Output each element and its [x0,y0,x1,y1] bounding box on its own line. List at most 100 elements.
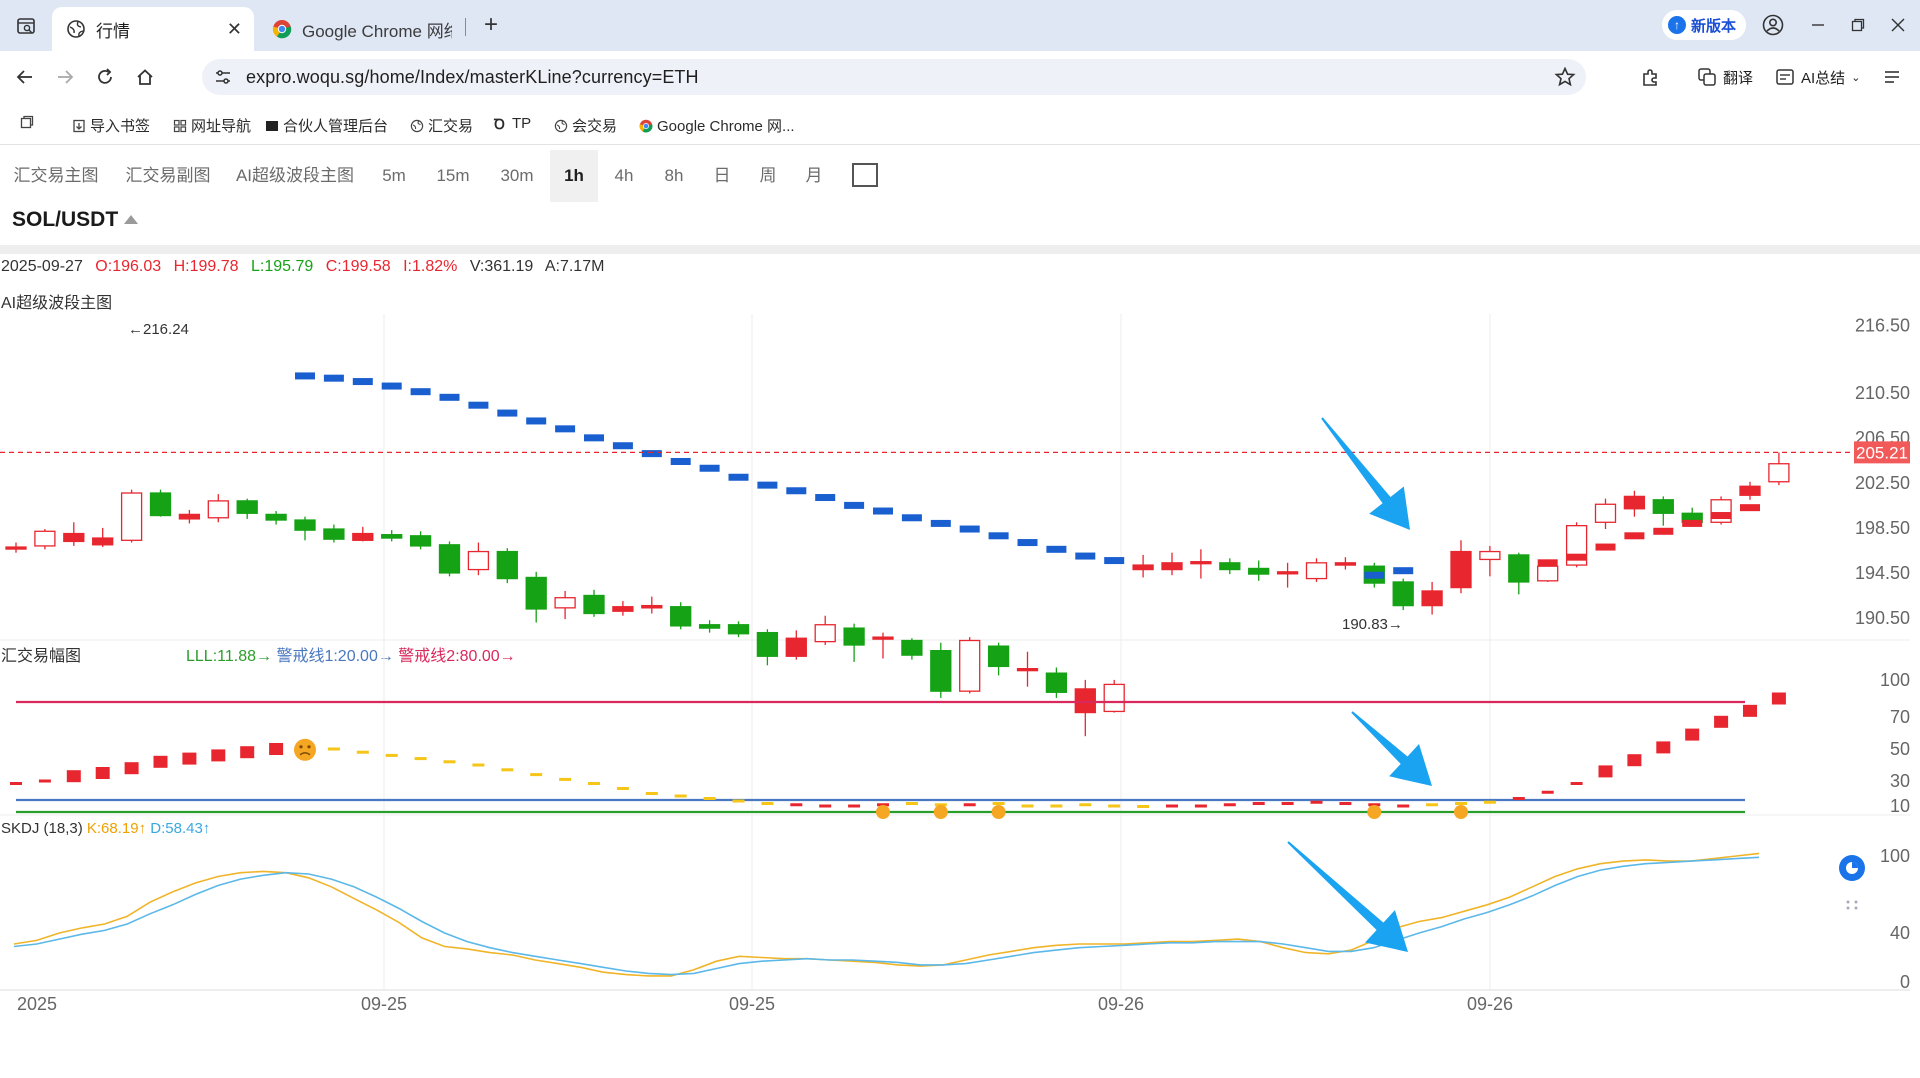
bookmark-huijiaoyi-2[interactable]: 会交易 [554,115,617,136]
red-step [1711,512,1732,520]
back-arrow-icon[interactable] [9,61,41,93]
forward-arrow-icon[interactable] [49,61,81,93]
bookmark-tp[interactable]: Ꝺ TP [494,115,531,132]
translate-button[interactable]: 翻译 [1697,61,1753,93]
sub-legend: LLL:11.88→ 警戒线1:20.00→ 警戒线2:80.00→ [186,642,516,666]
candle-body [1074,688,1096,714]
sad-face-icon [876,805,890,819]
sub-bar [934,803,947,807]
bookmark-label: 汇交易 [428,118,474,135]
y-tick-label: 70 [1890,707,1910,727]
fullscreen-toggle[interactable] [852,163,878,187]
tab-month[interactable]: 月 [796,150,832,202]
red-step [1566,553,1587,561]
ohlc-close: C:199.58 [325,258,391,275]
new-version-button[interactable]: ↑ 新版本 [1662,10,1747,40]
sub-bar [1310,800,1323,804]
candle-body [1710,499,1732,523]
close-window-icon[interactable] [1883,10,1913,40]
tab-1h[interactable]: 1h [550,150,598,202]
tab-day[interactable]: 日 [704,150,740,202]
red-step [1537,559,1558,567]
sub-bar [1339,802,1352,805]
sub-bar [963,803,976,807]
band-step [1046,545,1067,553]
tab-main-chart[interactable]: 汇交易主图 [0,150,112,202]
site-info-icon[interactable] [214,68,232,86]
bookmark-star-icon[interactable] [1554,66,1576,88]
sub-bar [182,752,197,765]
bookmark-import[interactable]: 导入书签 [72,115,150,136]
sub-bar [1137,805,1150,808]
bookmark-label: 导入书签 [90,118,151,135]
sub-bar [1050,804,1063,808]
bookmark-label: TP [512,115,532,132]
ai-summary-button[interactable]: AI总结 ⌄ [1775,61,1860,93]
bookmark-huijiaoyi[interactable]: 汇交易 [410,115,473,136]
menu-icon[interactable] [1882,61,1908,93]
period-tabs: 汇交易主图 汇交易副图 AI超级波段主图 5m 15m 30m 1h 4h 8h… [0,150,1920,202]
reload-icon[interactable] [89,61,121,93]
candle-body [120,492,143,541]
band-step [1393,567,1414,575]
band-step [844,501,865,509]
face-eye [299,745,303,749]
band-step [815,494,836,502]
candle-body [496,550,518,580]
band-step [381,382,402,390]
translate-icon [1698,68,1716,86]
translate-label: 翻译 [1723,69,1754,87]
max-price-label: ←216.24 [128,321,189,338]
tab-sub-chart[interactable]: 汇交易副图 [114,150,222,202]
symbol-selector[interactable]: SOL/USDT [12,208,139,232]
chevron-down-icon: ⌄ [1851,71,1861,84]
bookmark-partner-admin[interactable]: 合伙人管理后台 [265,115,388,136]
minimize-icon[interactable] [1803,10,1833,40]
new-tab-button[interactable]: + [476,11,506,41]
candle-body [843,627,865,646]
tab-market[interactable]: 行情 ✕ [52,7,254,51]
url-text[interactable]: expro.woqu.sg/home/Index/masterKLine?cur… [246,67,699,88]
sub-bar [1079,803,1092,807]
red-step [1740,504,1760,512]
x-tick-label: 2025 [17,994,57,1014]
candle-body [901,639,923,656]
tab-4h[interactable]: 4h [604,150,644,202]
sub-bar [1570,782,1583,785]
main-candles [5,452,1790,737]
home-icon[interactable] [129,61,161,93]
sub-bar [1714,715,1729,728]
restore-icon[interactable] [1843,10,1873,40]
tab-30m[interactable]: 30m [490,150,544,202]
sub-bar [1223,803,1236,807]
close-icon[interactable]: ✕ [227,19,242,40]
tab-search-icon[interactable] [10,10,42,42]
sub-bar [819,804,832,808]
extensions-icon[interactable] [1640,61,1668,93]
band-step [323,374,344,382]
sub-bar [153,755,168,768]
bookmark-google-chrome[interactable]: Google Chrome 网... [639,115,795,136]
sad-face-icon [991,805,1006,819]
sub-bar [443,760,456,764]
candle-body [1479,550,1501,561]
tab-groups-icon[interactable] [20,115,34,129]
sub-bar [1656,741,1671,754]
tab-8h[interactable]: 8h [654,150,694,202]
tab-week[interactable]: 周 [750,150,786,202]
band-step [930,519,951,527]
y-tick-label: 100 [1880,670,1910,690]
candle-body [467,550,490,571]
sub-bar [38,779,51,783]
address-bar[interactable]: expro.woqu.sg/home/Index/masterKLine?cur… [202,59,1586,95]
y-tick-label: 198.50 [1855,518,1910,538]
tab-15m[interactable]: 15m [428,150,478,202]
candle-body [670,606,692,627]
tab-google-chrome[interactable]: Google Chrome 网络 [262,7,472,51]
bookmark-nav[interactable]: 网址导航 [173,115,251,136]
candle-body [5,546,27,550]
floating-widget[interactable] [1836,852,1868,920]
tab-ai-wave-chart[interactable]: AI超级波段主图 [228,150,362,202]
tab-5m[interactable]: 5m [372,150,416,202]
profile-icon[interactable] [1758,10,1788,40]
